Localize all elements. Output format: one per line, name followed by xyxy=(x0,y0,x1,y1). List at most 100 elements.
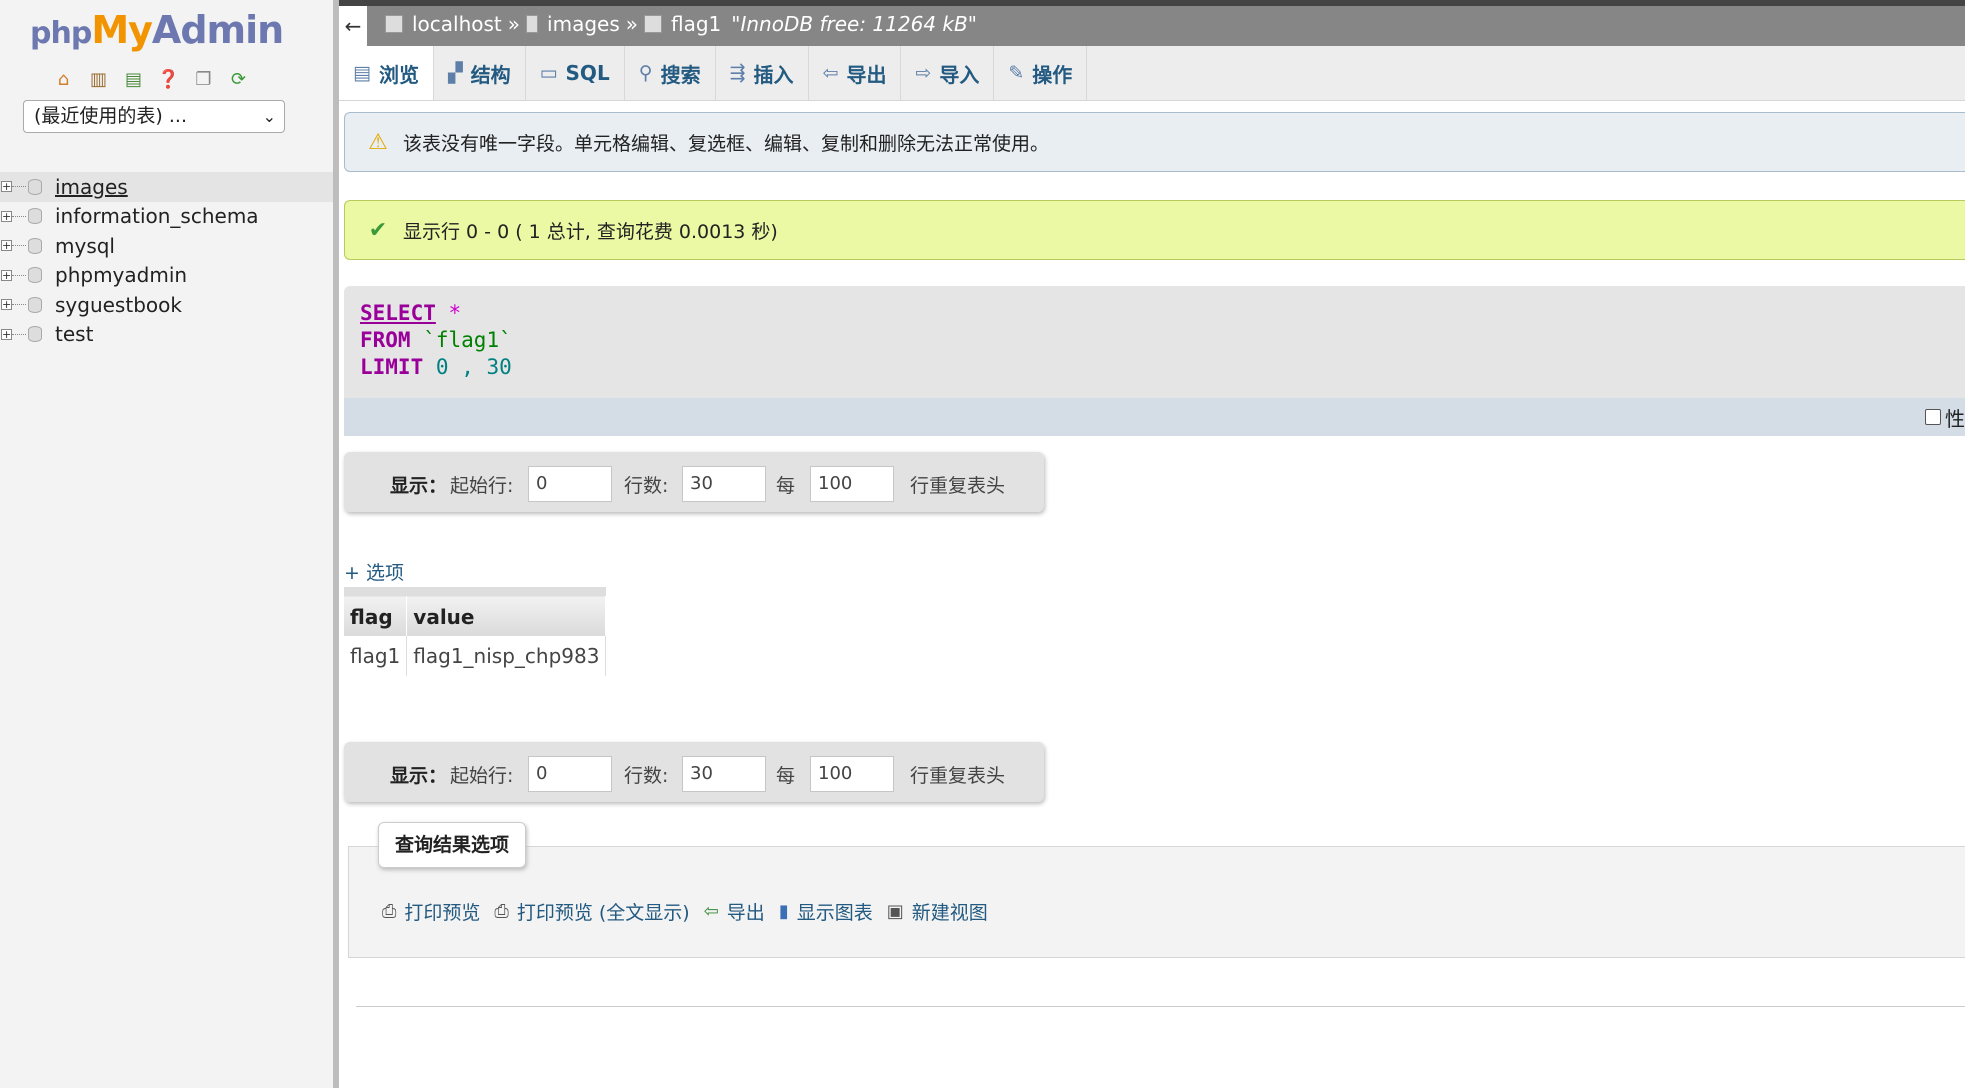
row-count-label: 行数: xyxy=(624,765,669,787)
create-view-label: 新建视图 xyxy=(911,902,988,924)
tree-connector xyxy=(12,215,26,217)
profiling-label: 性 xyxy=(1945,407,1965,431)
print-icon: ⎙ xyxy=(382,901,397,922)
tab-import[interactable]: ⇨ 导入 xyxy=(901,46,995,100)
sql-options-bar: 性 xyxy=(344,398,1965,436)
recent-tables-select[interactable]: (最近使用的表) ... ⌄ xyxy=(23,100,285,133)
tree-item-mysql[interactable]: + mysql xyxy=(0,231,333,261)
create-view-link[interactable]: ▣ 新建视图 xyxy=(887,898,988,925)
profiling-checkbox[interactable] xyxy=(1925,409,1941,425)
tree-item-label[interactable]: test xyxy=(55,322,93,346)
show-button[interactable]: 显示： xyxy=(390,761,447,788)
chart-icon: ▮ xyxy=(778,901,789,922)
sql-icon: ▭ xyxy=(539,62,558,84)
tree-item-label[interactable]: information_schema xyxy=(55,204,259,228)
tab-export[interactable]: ⇦ 导出 xyxy=(809,46,902,100)
docs-icon[interactable]: ▥ xyxy=(87,68,110,91)
repeat-headers-label: 行重复表头 xyxy=(910,765,1006,787)
print-view-link[interactable]: ⎙ 打印预览 xyxy=(382,898,480,925)
tab-structure[interactable]: ▞ 结构 xyxy=(434,46,526,100)
expand-icon[interactable]: + xyxy=(1,299,12,311)
tree-item-label[interactable]: phpmyadmin xyxy=(55,263,187,287)
sql-comma: , xyxy=(461,355,474,379)
copy-icon[interactable]: ❐ xyxy=(192,68,215,91)
search-icon: ⚲ xyxy=(638,62,653,84)
column-header-flag[interactable]: flag xyxy=(344,587,408,636)
tree-connector xyxy=(12,304,26,306)
tree-item-test[interactable]: + test xyxy=(0,320,333,350)
sql-icon[interactable]: ▤ xyxy=(122,68,145,91)
repeat-every-label: 每 xyxy=(776,765,796,787)
tree-item-label[interactable]: mysql xyxy=(55,234,115,258)
export-label: 导出 xyxy=(726,902,765,924)
collapse-panel-button[interactable]: ← xyxy=(339,6,367,46)
tree-item-label[interactable]: syguestbook xyxy=(55,293,182,317)
expand-icon[interactable]: + xyxy=(1,240,12,252)
breadcrumb-database[interactable]: images xyxy=(547,12,620,36)
panel-resizer[interactable] xyxy=(333,0,339,1088)
breadcrumb-table[interactable]: flag1 xyxy=(671,12,721,36)
column-header-value[interactable]: value xyxy=(406,587,607,636)
export-icon: ⇦ xyxy=(703,901,719,922)
home-icon[interactable]: ⌂ xyxy=(52,68,75,91)
expand-icon[interactable]: + xyxy=(1,328,12,340)
sql-keyword-select[interactable]: SELECT xyxy=(360,301,436,325)
repeat-headers-label: 行重复表头 xyxy=(910,475,1006,497)
cell-value[interactable]: flag1_nisp_chp983 xyxy=(406,636,607,676)
navigation-panel: phpMyAdmin ⌂ ▥ ▤ ❓ ❐ ⟳ (最近使用的表) ... ⌄ + … xyxy=(0,0,333,1088)
start-row-input[interactable]: 0 xyxy=(528,756,612,792)
export-icon: ⇦ xyxy=(822,62,839,84)
sql-code: SELECT * FROM `flag1` LIMIT 0 , 30 xyxy=(360,300,512,381)
tree-item-images[interactable]: + images xyxy=(0,172,333,202)
start-row-input[interactable]: 0 xyxy=(528,466,612,502)
tab-insert[interactable]: ⇶ 插入 xyxy=(716,46,809,100)
sql-keyword-from: FROM xyxy=(360,328,411,352)
operations-icon: ✎ xyxy=(1008,62,1025,84)
export-link[interactable]: ⇦ 导出 xyxy=(704,898,765,925)
row-count-input[interactable]: 30 xyxy=(682,466,766,502)
display-chart-label: 显示图表 xyxy=(796,902,873,924)
print-view-label: 打印预览 xyxy=(404,902,481,924)
options-toggle-link[interactable]: + 选项 xyxy=(344,558,404,585)
expand-icon[interactable]: + xyxy=(1,210,12,222)
sql-query-box: SELECT * FROM `flag1` LIMIT 0 , 30 xyxy=(344,286,1965,398)
cell-flag[interactable]: flag1 xyxy=(344,636,408,676)
tree-item-syguestbook[interactable]: + syguestbook xyxy=(0,290,333,320)
tree-item-phpmyadmin[interactable]: + phpmyadmin xyxy=(0,261,333,291)
breadcrumb-separator: » xyxy=(625,12,638,36)
tree-item-label[interactable]: images xyxy=(55,175,128,199)
repeat-headers-input[interactable]: 100 xyxy=(810,756,894,792)
server-icon xyxy=(385,15,403,33)
database-icon xyxy=(28,178,42,195)
phpmyadmin-logo[interactable]: phpMyAdmin xyxy=(30,8,284,52)
logo-my: My xyxy=(91,8,153,52)
warning-message: ⚠ 该表没有唯一字段。单元格编辑、复选框、编辑、复制和删除无法正常使用。 xyxy=(344,112,1965,172)
chevron-down-icon: ⌄ xyxy=(262,107,276,126)
repeat-headers-input[interactable]: 100 xyxy=(810,466,894,502)
table-tabs: ▤ 浏览 ▞ 结构 ▭ SQL ⚲ 搜索 ⇶ 插入 ⇦ 导出 ⇨ 导入 ✎ 操作 xyxy=(339,46,1965,101)
tab-search[interactable]: ⚲ 搜索 xyxy=(625,46,716,100)
database-tree: + images + information_schema + mysql + … xyxy=(0,172,333,349)
structure-icon: ▞ xyxy=(447,62,463,84)
sql-limit-offset: 0 xyxy=(435,355,449,379)
warning-text: 该表没有唯一字段。单元格编辑、复选框、编辑、复制和删除无法正常使用。 xyxy=(403,132,1050,155)
expand-icon[interactable]: + xyxy=(1,181,12,193)
row-count-input[interactable]: 30 xyxy=(682,756,766,792)
reload-icon[interactable]: ⟳ xyxy=(227,68,250,91)
table-comment: "InnoDB free: 11264 kB" xyxy=(731,12,977,36)
sql-limit-count: 30 xyxy=(486,355,512,379)
tab-label: 结构 xyxy=(470,62,511,87)
tab-browse[interactable]: ▤ 浏览 xyxy=(339,46,434,100)
print-view-full-link[interactable]: ⎙ 打印预览 (全文显示) xyxy=(494,898,689,925)
show-button[interactable]: 显示： xyxy=(390,471,447,498)
repeat-every-label: 每 xyxy=(776,475,796,497)
breadcrumb: localhost » images » flag1 "InnoDB free:… xyxy=(385,12,977,36)
tab-sql[interactable]: ▭ SQL xyxy=(526,46,625,100)
tree-item-information-schema[interactable]: + information_schema xyxy=(0,202,333,232)
warning-icon: ⚠ xyxy=(368,129,388,155)
display-chart-link[interactable]: ▮ 显示图表 xyxy=(779,898,873,925)
help-icon[interactable]: ❓ xyxy=(157,68,180,91)
breadcrumb-server[interactable]: localhost xyxy=(412,12,502,36)
tab-operations[interactable]: ✎ 操作 xyxy=(994,46,1088,100)
expand-icon[interactable]: + xyxy=(1,269,12,281)
